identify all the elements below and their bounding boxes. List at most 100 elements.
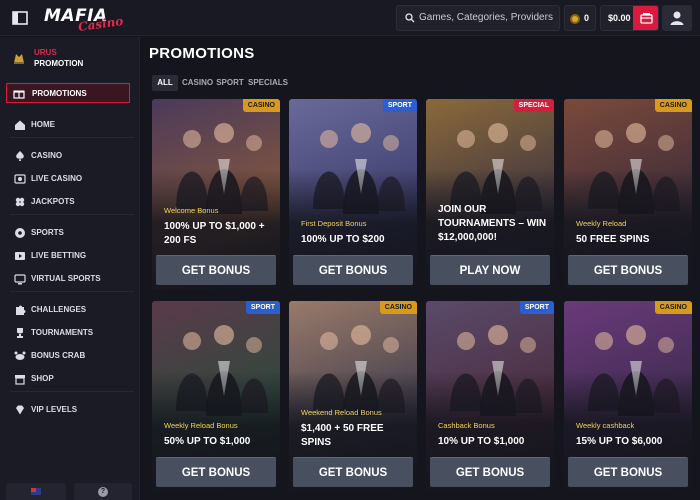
live-betting-icon [15,252,25,260]
rank-icon [14,54,24,64]
category-badge: SPORT [245,301,280,314]
promo-subtitle: Welcome Bonus [164,206,219,215]
promo-subtitle: First Deposit Bonus [301,219,367,228]
promo-headline: 15% UP TO $6,000 [576,436,663,447]
coins-counter[interactable]: 0 [564,5,596,31]
crab-icon [14,351,26,360]
get-bonus-button[interactable]: GET BONUS [156,457,276,487]
promo-headline: 50% UP TO $1,000 [164,436,251,447]
promo-card[interactable]: CASINO Weekend Reload Bonus $1,400 + 50 FR… [289,301,417,492]
sidebar-item-vip-levels[interactable]: VIP LEVELS [14,402,134,418]
promo-subtitle: Weekly Reload [576,219,627,228]
get-bonus-button[interactable]: GET BONUS [568,255,688,285]
promo-card[interactable]: CASINO Weekly cashback 15% UP TO $6,000 GET… [564,301,692,492]
get-bonus-button[interactable]: GET BONUS [568,457,688,487]
get-bonus-button[interactable]: GET BONUS [293,255,413,285]
sidebar-divider [10,291,134,292]
sidebar-item-label: CHALLENGES [31,305,87,314]
promo-headline: 100% UP TO $1,000 + 200 FS [164,221,265,246]
sidebar-toggle-icon[interactable] [12,10,28,26]
sidebar-item-live-casino[interactable]: LIVE CASINO [14,171,134,187]
filter-tab-all[interactable]: ALL [152,75,178,91]
promo-headline: JOIN OUR TOURNAMENTS – WIN $12,000,000! [438,204,547,243]
sidebar-item-label: PROMOTIONS [32,89,87,98]
search-input[interactable]: Games, Categories, Providers [396,5,560,31]
sidebar-item-label: LIVE CASINO [31,174,83,183]
filter-tab-sport[interactable]: SPORT [216,75,244,91]
promo-card[interactable]: SPORT First Deposit Bonus 100% UP TO $200 G… [289,99,417,290]
get-bonus-button[interactable]: GET BONUS [156,255,276,285]
promo-card[interactable]: CASINO Weekly Reload 50 FREE SPINS GET BONU… [564,99,692,290]
promo-card[interactable]: SPORT Weekly Reload Bonus 50% UP TO $1,000… [152,301,280,492]
promo-headline: 10% UP TO $1,000 [438,436,525,447]
balance-amount: $0.00 [608,13,631,23]
category-badge: CASINO [654,99,692,112]
play-now-button[interactable]: PLAY NOW [430,255,550,285]
sidebar-item-promotions[interactable]: PROMOTIONS [6,83,130,103]
user-name: URUS [34,48,57,57]
sidebar-item-label: SHOP [31,374,54,383]
get-bonus-button[interactable]: GET BONUS [430,457,550,487]
sidebar-item-jackpots[interactable]: JACKPOTS [14,194,134,210]
clover-icon [15,197,25,207]
soccer-ball-icon [15,228,25,238]
sidebar-item-label: VIP LEVELS [31,405,78,414]
category-badge: CASINO [379,301,417,314]
sidebar-divider [10,391,134,392]
promo-headline: 100% UP TO $200 [301,234,385,245]
page-title: PROMOTIONS [149,45,255,62]
promo-subtitle: Cashback Bonus [438,421,495,430]
sidebar-item-casino[interactable]: CASINO [14,148,134,164]
promo-headline: 50 FREE SPINS [576,234,650,245]
sidebar-item-label: CASINO [31,151,63,160]
top-bar: MAFIA Casino Games, Categories, Provider… [0,0,700,36]
sidebar-item-sports[interactable]: SPORTS [14,225,134,241]
sidebar-item-virtual-sports[interactable]: VIRTUAL SPORTS [14,271,134,287]
category-badge: CASINO [654,301,692,314]
sidebar-item-tournaments[interactable]: TOURNAMENTS [14,325,134,341]
search-icon [405,13,415,23]
category-badge: SPORT [382,99,417,112]
sidebar-item-label: LIVE BETTING [31,251,87,260]
promo-card[interactable]: CASINO Welcome Bonus 100% UP TO $1,000 + 2… [152,99,280,290]
logo[interactable]: MAFIA Casino [44,4,134,34]
sidebar-item-home[interactable]: HOME [14,117,134,133]
promo-subtitle: Weekly Reload Bonus [164,421,238,430]
user-icon [670,11,684,25]
spade-icon [16,151,24,161]
sidebar-item-label: TOURNAMENTS [31,328,94,337]
promo-card[interactable]: SPORT Cashback Bonus 10% UP TO $1,000 GET B… [426,301,554,492]
sidebar-divider [10,214,134,215]
filter-tab-casino[interactable]: CASINO [182,75,213,91]
sidebar-item-label: VIRTUAL SPORTS [31,274,101,283]
sidebar-item-live-betting[interactable]: LIVE BETTING [14,248,134,264]
live-casino-icon [14,174,26,184]
sidebar-item-bonus-crab[interactable]: BONUS CRAB [14,348,134,364]
sidebar-item-challenges[interactable]: CHALLENGES [14,302,134,318]
sidebar-item-label: HOME [31,120,55,129]
get-bonus-button[interactable]: GET BONUS [293,457,413,487]
promo-card[interactable]: SPECIAL JOIN OUR TOURNAMENTS – WIN $12,00… [426,99,554,290]
coin-icon [570,14,580,24]
search-placeholder: Games, Categories, Providers [419,12,553,23]
puzzle-icon [16,305,26,315]
sidebar: URUS PROMOTION PROMOTIONS HOME CASINO LIVE… [0,37,140,500]
sidebar-item-label: SPORTS [31,228,64,237]
sidebar-item-label: JACKPOTS [31,197,75,206]
sidebar-item-shop[interactable]: SHOP [14,371,134,387]
promo-subtitle: Weekend Reload Bonus [301,408,382,417]
help-icon: ? [98,487,108,497]
flag-icon [31,488,41,495]
category-badge: SPORT [519,301,554,314]
sidebar-item-label: BONUS CRAB [31,351,86,360]
wallet-button[interactable] [633,6,658,30]
help-button[interactable]: ? [74,483,132,500]
gift-icon [13,90,25,99]
language-selector[interactable] [6,483,66,500]
filter-tab-specials[interactable]: SPECIALS [248,75,288,91]
shop-icon [15,375,25,385]
diamond-icon [16,405,24,415]
virtual-sports-icon [14,274,26,285]
user-profile[interactable]: URUS PROMOTION [12,47,132,73]
user-menu-button[interactable] [662,5,692,31]
